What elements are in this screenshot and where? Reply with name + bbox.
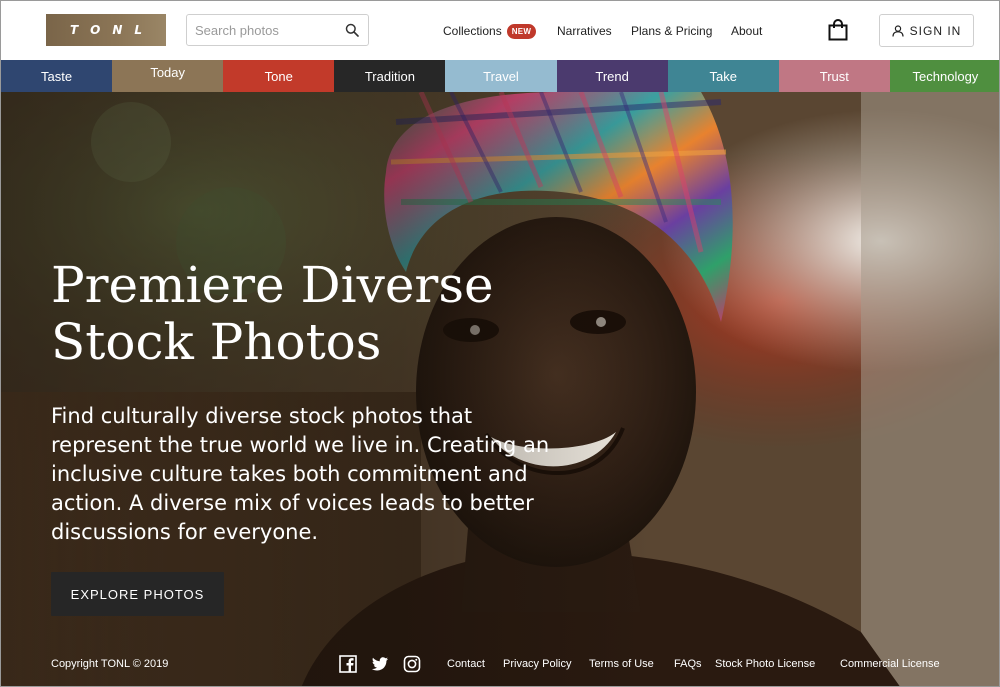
hero-subtext: Find culturally diverse stock photos tha… [51,404,550,544]
browser-frame: TONL Collections NEW Narratives Plans & … [0,0,1000,687]
twitter-icon[interactable] [371,655,389,673]
footer-link-commercial-license[interactable]: Commercial License [840,658,940,670]
category-tab-technology[interactable]: Technology [889,60,999,92]
category-tab-tone[interactable]: Tone [223,60,335,92]
search-input[interactable] [195,21,340,39]
nav-collections[interactable]: Collections NEW [443,22,537,40]
nav-about[interactable]: About [731,24,762,38]
footer-link-faqs[interactable]: FAQs [674,658,702,670]
category-tab-today[interactable]: Today [112,60,224,92]
nav-narratives[interactable]: Narratives [557,24,612,38]
search-icon[interactable] [345,23,359,37]
search-box[interactable] [186,14,369,46]
instagram-icon[interactable] [403,655,421,673]
category-tab-tradition[interactable]: Tradition [334,60,446,92]
footer-link-contact[interactable]: Contact [447,658,485,670]
footer-link-stock-license[interactable]: Stock Photo License [715,658,815,670]
hero-headline-line2: Stock Photos [51,313,382,371]
category-tab-travel[interactable]: Travel [445,60,557,92]
user-icon [892,24,904,37]
tonl-logo[interactable]: TONL [46,14,166,46]
hero-headline: Premiere Diverse Stock Photos [51,257,571,371]
explore-photos-button[interactable]: EXPLORE PHOTOS [51,572,224,616]
sign-in-label: SIGN IN [909,23,962,38]
category-tab-trend[interactable]: Trend [556,60,668,92]
category-bar: Taste Today Tone Tradition Travel Trend Take Tr… [1,60,999,92]
nav-collections-label: Collections [443,24,502,38]
category-tab-trust[interactable]: Trust [778,60,890,92]
sign-in-button[interactable]: SIGN IN [879,14,974,47]
footer-link-terms[interactable]: Terms of Use [589,658,654,670]
hero-section: Premiere Diverse Stock Photos Find cultu… [1,92,999,686]
nav-plans-pricing[interactable]: Plans & Pricing [631,24,712,38]
shopping-bag-icon[interactable] [827,19,849,41]
copyright-text: Copyright TONL © 2019 [51,658,169,670]
hero-headline-line1: Premiere Diverse [51,256,494,314]
category-tab-take[interactable]: Take [667,60,779,92]
new-badge: NEW [506,23,537,39]
category-tab-taste[interactable]: Taste [1,60,113,92]
logo-text: TONL [69,23,155,37]
facebook-icon[interactable] [339,655,357,673]
footer-link-privacy[interactable]: Privacy Policy [503,658,571,670]
site-header: TONL Collections NEW Narratives Plans & … [1,1,999,60]
